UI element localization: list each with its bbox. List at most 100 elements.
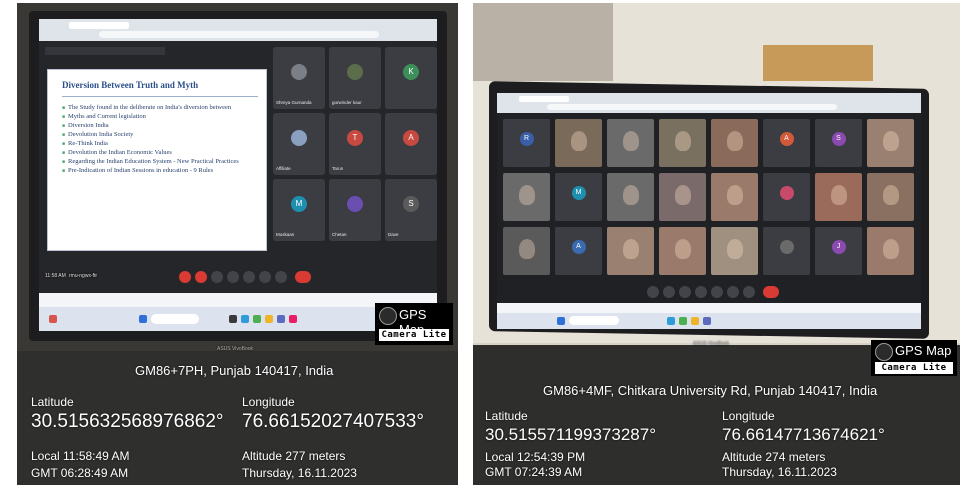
longitude-value: 76.66152027407533° (242, 411, 424, 432)
edge-icon[interactable] (667, 317, 675, 325)
participant-tile[interactable]: K (385, 47, 437, 109)
slide-bullets: The Study found in the deliberate on Ind… (62, 104, 262, 176)
participant-tile[interactable]: gurwinder kaur (329, 47, 381, 109)
more-options-button[interactable] (743, 286, 755, 298)
participant-tile[interactable]: S (815, 119, 862, 167)
gmt-time: GMT 06:28:49 AM (31, 466, 129, 480)
local-time: Local 12:54:39 PM (485, 450, 586, 464)
mic-button[interactable] (647, 286, 659, 298)
files-icon[interactable] (691, 317, 699, 325)
store-icon[interactable] (703, 317, 711, 325)
participant-tile[interactable]: A (763, 119, 810, 167)
participant-video (726, 131, 743, 151)
participant-tile[interactable] (815, 173, 862, 221)
emoji-button[interactable] (227, 271, 239, 283)
participant-video (726, 239, 743, 259)
browser-chrome (39, 19, 437, 41)
edge-icon[interactable] (241, 315, 249, 323)
taskview-icon[interactable] (229, 315, 237, 323)
participant-tile[interactable] (763, 173, 810, 221)
meeting-time: 11:58 AM (45, 273, 66, 279)
photo-left: Diversion Between Truth and Myth The Stu… (17, 3, 458, 485)
address-text: GM86+4MF, Chitkara University Rd, Punjab… (543, 383, 878, 398)
participant-tile[interactable]: Affiliate (273, 113, 325, 175)
participant-tile[interactable]: Chetan (329, 179, 381, 241)
participant-avatar: M (571, 186, 586, 200)
laptop-brand: ASUS VivoBook (693, 341, 730, 347)
slide-line: Pre-Indication of Indian Sessions in edu… (62, 167, 262, 176)
participant-tile[interactable] (867, 173, 914, 221)
laptop-brand: ASUS VivoBook (217, 346, 254, 352)
participant-avatar: S (403, 196, 419, 212)
participant-tile[interactable] (867, 119, 914, 167)
weather-icon[interactable] (49, 315, 57, 323)
participant-tile[interactable] (763, 227, 810, 275)
participant-tile[interactable] (711, 173, 758, 221)
participant-tile[interactable] (503, 173, 550, 221)
participant-tile[interactable] (711, 227, 758, 275)
captions-button[interactable] (211, 271, 223, 283)
raise-hand-button[interactable] (727, 286, 739, 298)
windows-start-icon[interactable] (557, 317, 565, 325)
participant-tile[interactable]: Shreya Gurnanda (273, 47, 325, 109)
participant-avatar: A (779, 132, 794, 146)
taskbar-search-input[interactable] (151, 314, 199, 324)
participant-avatar (291, 130, 307, 146)
participant-avatar: K (403, 64, 419, 80)
camera-button[interactable] (663, 286, 675, 298)
leave-call-button[interactable] (763, 286, 779, 298)
present-button[interactable] (243, 271, 255, 283)
participant-tile[interactable]: S Dave (385, 179, 437, 241)
participant-tile[interactable] (503, 227, 550, 275)
chrome-icon[interactable] (253, 315, 261, 323)
windows-start-icon[interactable] (139, 315, 147, 323)
gps-map-camera-badge: GPS Map Camera Lite (375, 303, 453, 345)
participant-tile[interactable] (607, 119, 654, 167)
participant-tile[interactable]: M (555, 173, 602, 221)
mic-button[interactable] (179, 271, 191, 283)
emoji-button[interactable] (695, 286, 707, 298)
participant-tile[interactable]: A (555, 227, 602, 275)
participant-tile[interactable]: A (385, 113, 437, 175)
participant-tile[interactable] (659, 227, 706, 275)
slide-line: Re-Think India (62, 140, 262, 149)
participant-tile[interactable]: T Tarun (329, 113, 381, 175)
files-icon[interactable] (265, 315, 273, 323)
participant-tile[interactable] (607, 173, 654, 221)
taskbar-search-input[interactable] (569, 316, 619, 325)
chrome-icon[interactable] (679, 317, 687, 325)
participant-video (674, 131, 691, 151)
laptop-screen: Diversion Between Truth and Myth The Stu… (39, 19, 437, 331)
laptop-screen: R A S M A J (497, 93, 921, 329)
store-icon[interactable] (277, 315, 285, 323)
gmt-time: GMT 07:24:39 AM (485, 465, 583, 479)
photo-right: R A S M A J ASUS VivoBook GPS Map Camera Lite… (473, 3, 960, 485)
browser-tab[interactable] (519, 96, 569, 102)
more-options-button[interactable] (275, 271, 287, 283)
leave-call-button[interactable] (295, 271, 311, 283)
longitude-label: Longitude (242, 395, 295, 409)
app-icon[interactable] (289, 315, 297, 323)
present-button[interactable] (711, 286, 723, 298)
participant-avatar: M (291, 196, 307, 212)
participant-name: Muskaan (276, 232, 295, 237)
slide-line: Regarding the Indian Education System - … (62, 158, 262, 167)
participant-tile[interactable]: J (815, 227, 862, 275)
participant-tile[interactable] (607, 227, 654, 275)
browser-tab[interactable] (69, 22, 129, 29)
captions-button[interactable] (679, 286, 691, 298)
participant-tile[interactable] (659, 119, 706, 167)
address-bar[interactable] (547, 104, 837, 110)
participant-tile[interactable] (659, 173, 706, 221)
participant-tile[interactable] (555, 119, 602, 167)
participant-tile[interactable]: R (503, 119, 550, 167)
camera-button[interactable] (195, 271, 207, 283)
participant-tile[interactable]: M Muskaan (273, 179, 325, 241)
participant-tile[interactable] (867, 227, 914, 275)
date-text: Thursday, 16.11.2023 (242, 466, 357, 480)
raise-hand-button[interactable] (259, 271, 271, 283)
slide-title: Diversion Between Truth and Myth (62, 80, 199, 90)
participant-tile[interactable] (711, 119, 758, 167)
address-bar[interactable] (99, 31, 379, 38)
participant-name: Affiliate (276, 166, 291, 171)
